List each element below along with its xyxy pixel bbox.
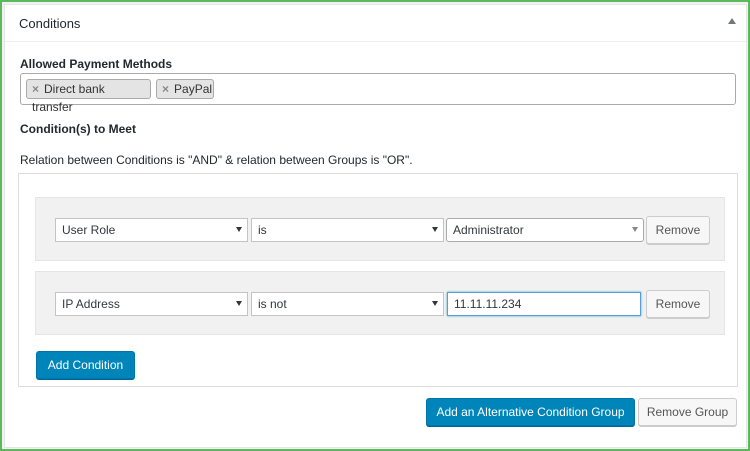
condition-value-input[interactable]: 11.11.11.234 <box>447 292 641 316</box>
select-value: IP Address <box>62 297 120 311</box>
condition-field-select[interactable]: User Role <box>55 218 248 242</box>
payment-tag: × Direct bank transfer <box>26 79 151 114</box>
chevron-down-icon <box>236 227 242 232</box>
conditions-panel: Conditions Allowed Payment Methods × Dire… <box>4 4 747 448</box>
condition-operator-select[interactable]: is <box>251 218 444 242</box>
add-condition-group-button[interactable]: Add an Alternative Condition Group <box>426 398 635 426</box>
chevron-down-icon <box>236 301 242 306</box>
condition-row: IP Address is not 11.11.11.234 Remove <box>35 271 725 335</box>
conditions-description: Relation between Conditions is "AND" & r… <box>20 153 413 167</box>
condition-row: User Role is Administrator Remove <box>35 197 725 261</box>
conditions-label: Condition(s) to Meet <box>20 122 136 136</box>
panel-header[interactable]: Conditions <box>5 5 746 42</box>
select-value: Administrator <box>453 223 524 237</box>
condition-value-select[interactable]: Administrator <box>446 218 644 242</box>
tag-remove-icon[interactable]: × <box>162 82 169 96</box>
remove-condition-button[interactable]: Remove <box>646 216 710 244</box>
payment-methods-select[interactable]: × Direct bank transfer × PayPal <box>20 73 736 114</box>
remove-group-button[interactable]: Remove Group <box>638 398 737 426</box>
screenshot-frame: Conditions Allowed Payment Methods × Dire… <box>0 0 750 451</box>
collapse-arrow-icon[interactable] <box>728 18 736 24</box>
chevron-down-icon <box>432 301 438 306</box>
select-value: is <box>258 223 267 237</box>
chevron-down-icon <box>432 227 438 232</box>
payment-tag: × PayPal <box>156 79 214 99</box>
tag-remove-icon[interactable]: × <box>32 82 39 96</box>
condition-operator-select[interactable]: is not <box>251 292 444 316</box>
remove-condition-button[interactable]: Remove <box>646 290 710 318</box>
chevron-down-icon <box>632 227 638 232</box>
tag-label: Direct bank transfer <box>32 82 105 114</box>
select-value: User Role <box>62 223 116 237</box>
tag-label: PayPal <box>174 82 213 96</box>
payment-methods-label: Allowed Payment Methods <box>20 57 173 71</box>
select-value: is not <box>258 297 287 311</box>
condition-field-select[interactable]: IP Address <box>55 292 248 316</box>
add-condition-button[interactable]: Add Condition <box>36 351 135 379</box>
condition-group: User Role is Administrator Remove IP Add… <box>18 173 738 387</box>
panel-title: Conditions <box>19 16 81 31</box>
